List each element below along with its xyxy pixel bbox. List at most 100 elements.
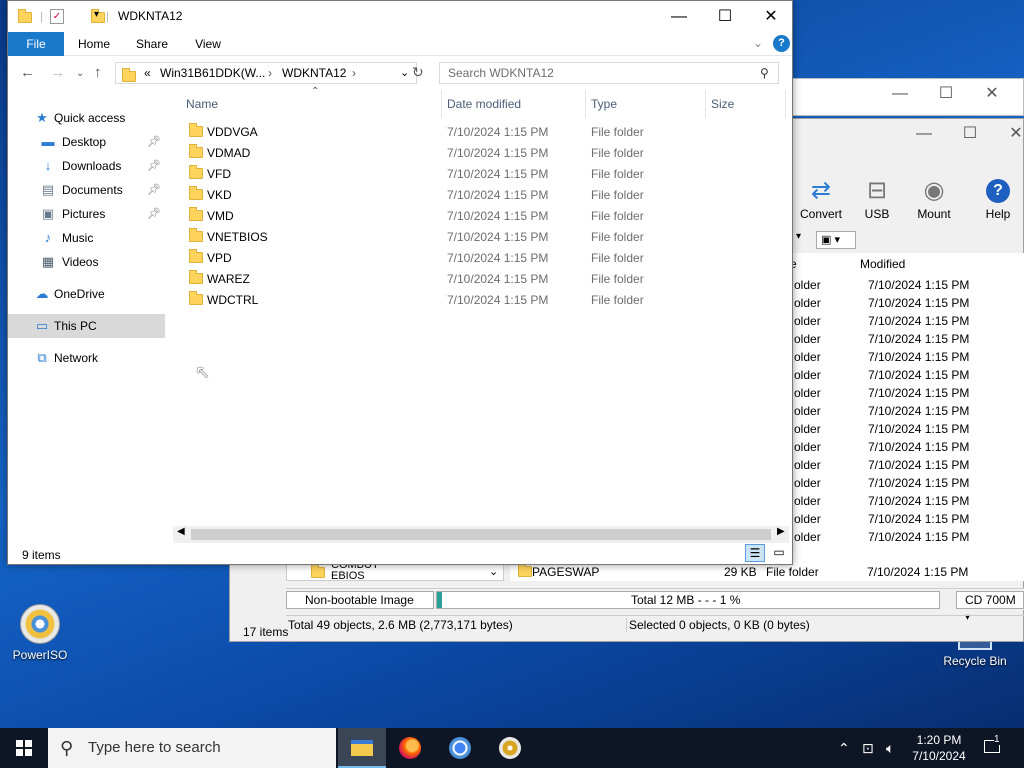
breadcrumb-chevron-icon[interactable]: › [268, 63, 272, 83]
minimize-icon[interactable]: — [901, 119, 947, 149]
explorer-window[interactable]: | ✓ ▾ | WDKNTA12 — ☐ ✕ File Home Share V… [7, 0, 793, 565]
horizontal-scrollbar[interactable]: ◀ ▶ [173, 526, 789, 543]
nav-item-downloads[interactable]: ↓ Downloads 📌︎ [8, 154, 165, 178]
show-hidden-icons[interactable]: ⌃ [838, 728, 850, 768]
column-header-modified[interactable]: Modified [860, 257, 905, 271]
title-bar[interactable]: | ✓ ▾ | WDKNTA12 — ☐ ✕ [8, 1, 792, 32]
nav-item-onedrive[interactable]: ☁ OneDrive [8, 282, 165, 306]
table-row[interactable]: WAREZ 7/10/2024 1:15 PM File folder [185, 269, 785, 290]
tab-view[interactable]: View [184, 32, 232, 56]
table-row[interactable]: VKD 7/10/2024 1:15 PM File folder [185, 185, 785, 206]
table-row[interactable]: WDCTRL 7/10/2024 1:15 PM File folder [185, 290, 785, 311]
volume-muted-icon[interactable]: 🔈︎ [886, 728, 894, 768]
sort-up-icon[interactable]: ⌃ [311, 86, 319, 97]
recent-locations-icon[interactable]: ⌄ [76, 68, 84, 79]
table-row[interactable]: VDMAD 7/10/2024 1:15 PM File folder [185, 143, 785, 164]
close-icon[interactable]: ✕ [748, 1, 794, 32]
nav-item-videos[interactable]: ▦ Videos [8, 250, 165, 274]
column-header-size[interactable]: Size [711, 90, 734, 118]
table-row[interactable]: older 7/10/2024 1:15 PM [790, 350, 1024, 368]
table-row[interactable]: older 7/10/2024 1:15 PM [790, 332, 1024, 350]
left-dropdown-arrow[interactable]: ▾ [796, 231, 801, 242]
large-icons-view-icon[interactable]: ▭ [770, 544, 788, 562]
taskbar-chrome[interactable] [436, 728, 484, 768]
table-row[interactable]: older 7/10/2024 1:15 PM [790, 368, 1024, 386]
view-mode-dropdown[interactable]: ▣ ▾ [816, 231, 856, 249]
table-row[interactable]: older 7/10/2024 1:15 PM [790, 494, 1024, 512]
back-icon[interactable]: ← [20, 64, 35, 81]
desktop-icon-poweriso[interactable]: PowerISO [2, 604, 78, 662]
column-header-type[interactable]: Type [591, 90, 617, 118]
taskbar-firefox[interactable] [386, 728, 434, 768]
tab-home[interactable]: Home [70, 32, 118, 56]
maximize-icon[interactable]: ☐ [947, 119, 993, 149]
table-row[interactable]: older 7/10/2024 1:15 PM [790, 278, 1024, 296]
nav-item-documents[interactable]: ▤ Documents 📌︎ [8, 178, 165, 202]
address-dropdown-icon[interactable]: ⌄ [400, 63, 409, 83]
table-row[interactable]: VFD 7/10/2024 1:15 PM File folder [185, 164, 785, 185]
nav-item-desktop[interactable]: ▬ Desktop 📌︎ [8, 130, 165, 154]
tab-share[interactable]: Share [128, 32, 176, 56]
breadcrumb-item[interactable]: Win31B61DDK(W... [160, 63, 265, 83]
breadcrumb-overflow[interactable]: « [144, 63, 151, 83]
column-divider[interactable] [785, 90, 786, 118]
start-button[interactable] [0, 728, 48, 768]
up-icon[interactable]: ↑ [94, 64, 102, 81]
column-divider[interactable] [705, 90, 706, 118]
column-header-date[interactable]: Date modified [447, 90, 521, 118]
table-row[interactable]: older 7/10/2024 1:15 PM [790, 476, 1024, 494]
column-divider[interactable] [441, 90, 442, 118]
nav-item-this-pc[interactable]: ▭ This PC [8, 314, 165, 338]
table-row[interactable]: older 7/10/2024 1:15 PM [790, 440, 1024, 458]
nav-item-network[interactable]: ⧉ Network [8, 346, 165, 370]
properties-icon[interactable]: ✓ [50, 9, 64, 24]
minimize-icon[interactable]: — [877, 79, 923, 109]
chevron-down-icon[interactable]: ⌄ [489, 565, 498, 578]
search-input[interactable]: Search WDKNTA12 ⚲ [439, 62, 779, 84]
column-divider[interactable] [585, 90, 586, 118]
breadcrumb-item[interactable]: WDKNTA12 [282, 63, 346, 83]
notification-center-button[interactable]: 1 [982, 728, 1008, 768]
scrollbar-thumb[interactable] [191, 529, 771, 540]
table-row[interactable]: older 7/10/2024 1:15 PM [790, 404, 1024, 422]
close-icon[interactable]: ✕ [993, 119, 1024, 149]
nav-item-quick-access[interactable]: ★ Quick access [8, 106, 165, 130]
table-row[interactable]: VDDVGA 7/10/2024 1:15 PM File folder [185, 122, 785, 143]
mount-button[interactable]: ◉ Mount [899, 175, 969, 221]
minimize-icon[interactable]: — [656, 1, 702, 32]
background-window[interactable]: — ☐ ✕ [780, 78, 1024, 116]
network-icon[interactable]: ⊡ [862, 728, 874, 768]
expand-ribbon-icon[interactable]: ⌄ [753, 36, 763, 50]
table-row[interactable]: older 7/10/2024 1:15 PM [790, 422, 1024, 440]
taskbar-search[interactable]: ⚲ Type here to search [48, 728, 336, 768]
help-icon[interactable]: ? [773, 35, 790, 52]
table-row[interactable]: older 7/10/2024 1:15 PM [790, 314, 1024, 332]
details-view-icon[interactable]: ☰ [745, 544, 765, 562]
media-select[interactable]: CD 700M ▾ [956, 591, 1024, 623]
tab-file[interactable]: File [8, 32, 64, 56]
table-row[interactable]: older 7/10/2024 1:15 PM [790, 512, 1024, 530]
breadcrumb-chevron-icon[interactable]: › [352, 63, 356, 83]
maximize-icon[interactable]: ☐ [702, 1, 748, 32]
table-row[interactable]: older 7/10/2024 1:15 PM [790, 296, 1024, 314]
clock[interactable]: 1:20 PM 7/10/2024 [908, 728, 970, 768]
column-header-name[interactable]: Name [186, 90, 218, 118]
address-bar[interactable]: « Win31B61DDK(W... › WDKNTA12 › ⌄ [115, 62, 417, 84]
help-button[interactable]: ? Help [963, 175, 1024, 221]
customize-toolbar-icon[interactable]: ▾ [94, 9, 99, 20]
refresh-icon[interactable]: ↻ [412, 64, 424, 81]
table-row[interactable]: VPD 7/10/2024 1:15 PM File folder [185, 248, 785, 269]
taskbar-poweriso[interactable] [486, 728, 534, 768]
table-row[interactable]: older 7/10/2024 1:15 PM [790, 530, 1024, 548]
forward-icon[interactable]: → [50, 64, 65, 81]
table-row[interactable]: VNETBIOS 7/10/2024 1:15 PM File folder [185, 227, 785, 248]
maximize-icon[interactable]: ☐ [923, 79, 969, 109]
search-icon[interactable]: ⚲ [760, 63, 769, 83]
close-icon[interactable]: ✕ [969, 79, 1015, 109]
table-row[interactable]: older 7/10/2024 1:15 PM [790, 458, 1024, 476]
nav-item-music[interactable]: ♪ Music [8, 226, 165, 250]
table-row[interactable]: VMD 7/10/2024 1:15 PM File folder [185, 206, 785, 227]
table-row[interactable]: older 7/10/2024 1:15 PM [790, 386, 1024, 404]
taskbar-file-explorer[interactable] [338, 728, 386, 768]
scroll-left-icon[interactable]: ◀ [177, 526, 185, 537]
